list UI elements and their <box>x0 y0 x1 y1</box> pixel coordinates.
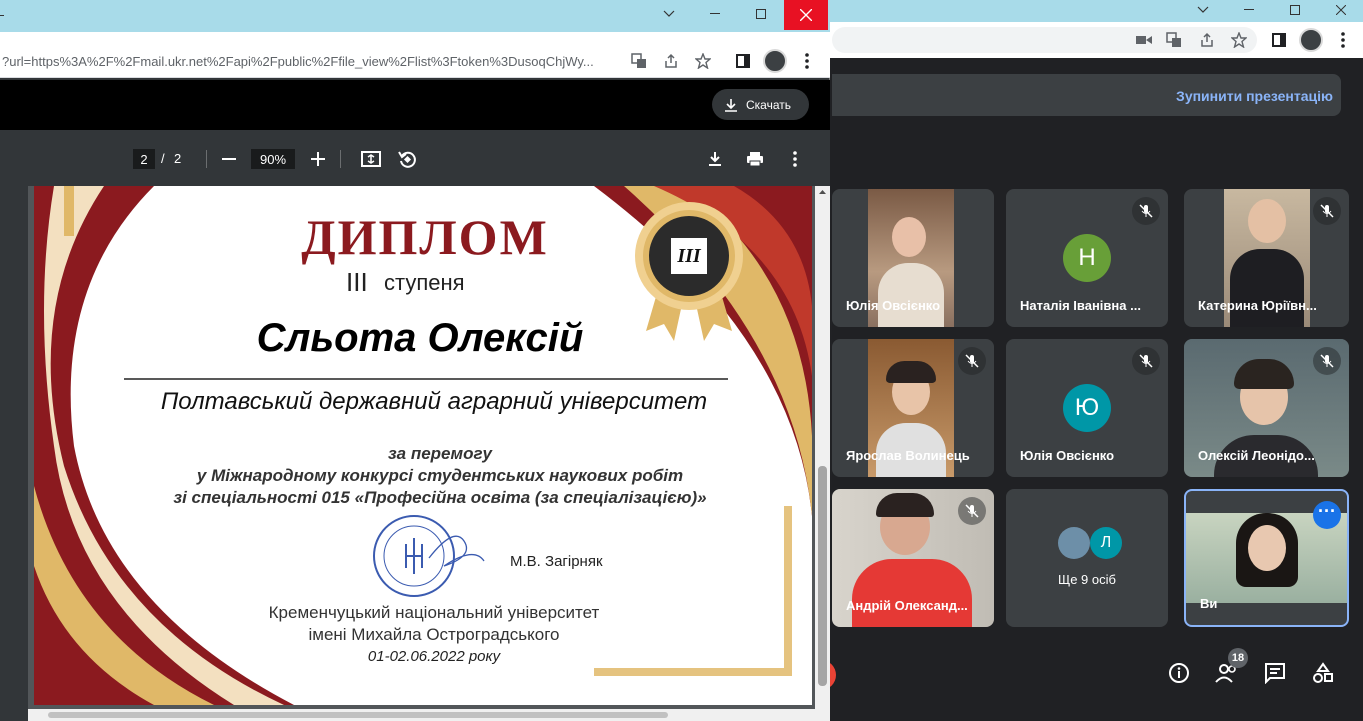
award-line-3: зі спеціальності 015 «Професійна освіта … <box>173 488 707 507</box>
translate-icon[interactable] <box>630 52 648 70</box>
degree-word: ступеня <box>384 270 465 295</box>
mic-off-icon <box>1132 197 1160 225</box>
profile-avatar[interactable] <box>1299 28 1323 52</box>
participants-count-badge: 18 <box>1228 648 1248 668</box>
participant-tile[interactable]: Катерина Юріївн... <box>1184 189 1349 327</box>
self-tile[interactable]: ··· Ви <box>1184 489 1349 627</box>
participant-name: Ви <box>1200 596 1218 611</box>
info-icon[interactable] <box>1166 660 1192 686</box>
download-icon[interactable] <box>704 148 726 170</box>
presentation-banner: Зупинити презентацію <box>832 74 1341 116</box>
participant-name: Андрій Олександ... <box>846 598 968 613</box>
more-options-icon[interactable] <box>784 148 806 170</box>
download-button[interactable]: Скачать <box>712 89 809 120</box>
participant-tile[interactable]: Юлія Овсієнко <box>832 189 994 327</box>
award-line-1: за перемогу <box>387 444 493 463</box>
maximize-icon[interactable] <box>738 4 784 24</box>
participant-tile[interactable]: Н Наталія Іванівна ... <box>1006 189 1168 327</box>
diploma-page: ДИПЛОМ III ступеня III Сльота Олексій По… <box>34 186 812 705</box>
download-label: Скачать <box>746 97 791 112</box>
sidepanel-icon[interactable] <box>734 52 752 70</box>
popup-titlebar <box>0 0 830 32</box>
participant-avatar: Ю <box>1063 384 1111 432</box>
rotate-icon[interactable] <box>396 148 418 170</box>
recipient-name: Сльота Олексій <box>256 316 584 360</box>
participant-avatar: Н <box>1063 234 1111 282</box>
more-participants-tile[interactable]: Л Ще 9 осіб <box>1006 489 1168 627</box>
chevron-down-icon[interactable] <box>1180 0 1226 20</box>
signatory-name: М.В. Загірняк <box>510 553 603 570</box>
url-text[interactable]: ?url=https%3A%2F%2Fmail.ukr.net%2Fapi%2F… <box>2 54 622 69</box>
zoom-input[interactable]: 90% <box>251 149 295 169</box>
participant-tile[interactable]: Андрій Олександ... <box>832 489 994 627</box>
share-icon[interactable] <box>662 52 680 70</box>
minimize-icon[interactable] <box>1226 0 1272 20</box>
participant-name: Катерина Юріївн... <box>1198 298 1317 313</box>
sidepanel-icon[interactable] <box>1270 31 1288 49</box>
page-total: 2 <box>174 151 182 166</box>
background-omnibox[interactable] <box>832 27 1257 53</box>
chevron-down-icon[interactable] <box>646 4 692 24</box>
participant-name: Наталія Іванівна ... <box>1020 298 1141 313</box>
minimize-icon[interactable] <box>692 4 738 24</box>
divider <box>340 150 341 168</box>
mic-off-icon <box>1132 347 1160 375</box>
page-separator: / <box>161 151 165 166</box>
share-icon[interactable] <box>1198 31 1216 49</box>
scrollbar-thumb[interactable] <box>48 712 668 718</box>
scroll-up-icon <box>819 190 826 194</box>
more-participants-label: Ще 9 осіб <box>1058 572 1116 587</box>
star-icon[interactable] <box>1230 31 1248 49</box>
participant-name: Юлія Овсієнко <box>846 298 941 313</box>
diploma-date: 01-02.06.2022 року <box>367 648 501 665</box>
scrollbar-thumb[interactable] <box>818 466 827 686</box>
organization-line-1: Кременчуцький національний університет <box>268 603 600 622</box>
kebab-menu-icon[interactable] <box>798 52 816 70</box>
stop-presentation-button[interactable]: Зупинити презентацію <box>1176 88 1333 104</box>
horizontal-scrollbar[interactable] <box>28 709 815 721</box>
participant-avatar <box>1058 527 1090 559</box>
translate-icon[interactable] <box>1165 31 1183 49</box>
vertical-scrollbar[interactable] <box>815 186 830 721</box>
mic-off-icon <box>1313 347 1341 375</box>
close-icon[interactable] <box>1318 0 1363 20</box>
pdf-left-margin <box>0 186 28 721</box>
print-icon[interactable] <box>744 148 766 170</box>
kebab-menu-icon[interactable] <box>1334 31 1352 49</box>
profile-avatar[interactable] <box>763 49 787 73</box>
degree-roman: III <box>346 267 368 297</box>
popup-window: ?url=https%3A%2F%2Fmail.ukr.net%2Fapi%2F… <box>0 0 830 721</box>
close-icon <box>800 9 812 21</box>
chat-icon[interactable] <box>1262 660 1288 686</box>
maximize-icon[interactable] <box>1272 0 1318 20</box>
participant-name: Юлія Овсієнко <box>1020 448 1115 463</box>
mic-off-icon <box>1313 197 1341 225</box>
divider <box>206 150 207 168</box>
download-strip <box>0 80 830 130</box>
fit-page-icon[interactable] <box>360 148 382 170</box>
zoom-out-icon[interactable] <box>218 148 240 170</box>
download-icon <box>725 98 737 112</box>
participant-avatar: Л <box>1090 527 1122 559</box>
activities-icon[interactable] <box>1310 660 1336 686</box>
camera-icon[interactable] <box>1135 31 1153 49</box>
mic-off-icon <box>958 497 986 525</box>
titlebar-fragment <box>0 15 4 16</box>
mic-off-icon <box>958 347 986 375</box>
participant-tile[interactable]: Ю Юлія Овсієнко <box>1006 339 1168 477</box>
zoom-in-icon[interactable] <box>307 148 329 170</box>
participant-tile[interactable]: Олексій Леонідо... <box>1184 339 1349 477</box>
pdf-viewport: ДИПЛОМ III ступеня III Сльота Олексій По… <box>28 186 830 721</box>
page-number-input[interactable]: 2 <box>133 149 155 169</box>
participant-name: Ярослав Волинець <box>846 448 970 463</box>
participant-tile[interactable]: Ярослав Волинець <box>832 339 994 477</box>
award-line-2: у Міжнародному конкурсі студентських нау… <box>196 466 684 485</box>
medal-text: III <box>677 244 701 267</box>
university-name: Полтавський державний аграрний університ… <box>160 388 708 415</box>
close-button[interactable] <box>784 0 828 30</box>
participant-name: Олексій Леонідо... <box>1198 448 1315 463</box>
organization-line-2: імені Михайла Остроградського <box>308 625 560 644</box>
star-icon[interactable] <box>694 52 712 70</box>
more-options-button[interactable]: ··· <box>1313 501 1341 529</box>
